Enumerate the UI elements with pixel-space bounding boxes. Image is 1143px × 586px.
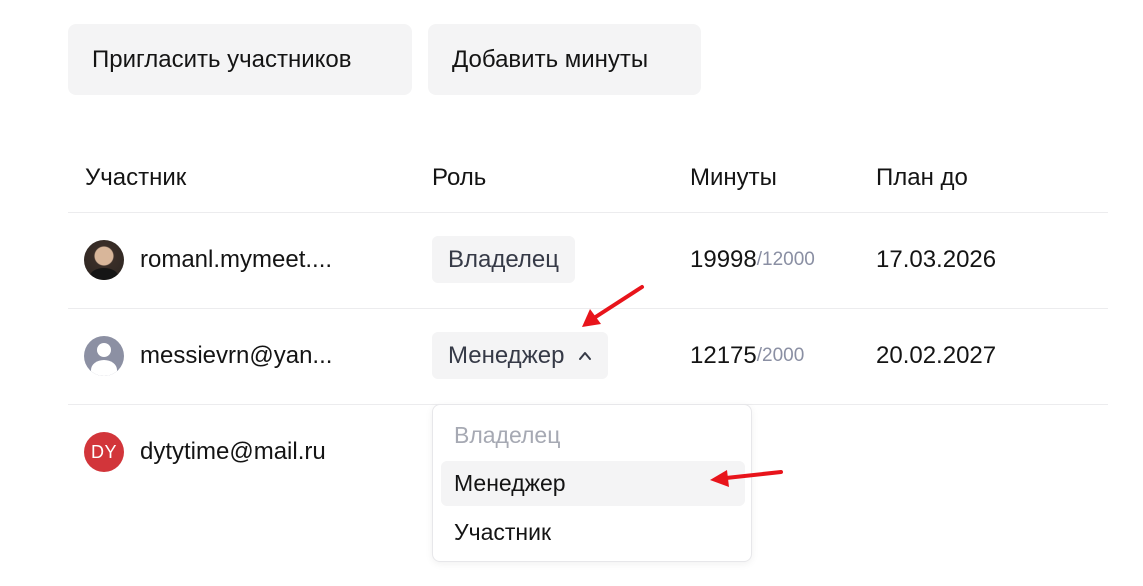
column-header-plan-until: План до xyxy=(876,164,968,191)
team-members-page: Пригласить участников Добавить минуты Уч… xyxy=(0,0,1143,586)
column-header-minutes: Минуты xyxy=(690,164,777,191)
member-email: dytytime@mail.ru xyxy=(140,438,326,465)
role-dropdown-menu: Владелец Менеджер Участник xyxy=(432,404,752,562)
role-select[interactable]: Менеджер xyxy=(432,332,609,379)
add-minutes-button[interactable]: Добавить минуты xyxy=(428,24,701,95)
column-header-role: Роль xyxy=(432,164,487,191)
column-header-member: Участник xyxy=(85,164,187,191)
initials-avatar: DY xyxy=(84,432,124,472)
plan-until-date: 20.02.2027 xyxy=(876,342,997,369)
role-option-member[interactable]: Участник xyxy=(441,510,745,555)
minutes-value: 19998/12000 xyxy=(690,212,815,308)
table-row: messievrn@yan... Менеджер 12175/2000 20.… xyxy=(68,308,1108,404)
role-badge: Владелец xyxy=(432,236,576,283)
minutes-used: 19998 xyxy=(690,246,757,273)
role-select-value: Менеджер xyxy=(448,341,565,369)
person-icon xyxy=(84,336,124,376)
plan-until-date: 17.03.2026 xyxy=(876,246,997,273)
role-option-manager[interactable]: Менеджер xyxy=(441,461,745,506)
invite-members-button[interactable]: Пригласить участников xyxy=(68,24,412,95)
minutes-value: 12175/2000 xyxy=(690,308,804,404)
minutes-used: 12175 xyxy=(690,342,757,369)
member-email: messievrn@yan... xyxy=(140,342,333,369)
minutes-limit: /2000 xyxy=(756,345,805,366)
table-row: romanl.mymeet.... Владелец 19998/12000 1… xyxy=(68,212,1108,308)
user-photo-avatar xyxy=(84,240,124,280)
chevron-up-icon xyxy=(579,351,592,360)
member-email: romanl.mymeet.... xyxy=(140,246,333,273)
role-option-owner: Владелец xyxy=(454,422,561,448)
minutes-limit: /12000 xyxy=(756,249,815,270)
